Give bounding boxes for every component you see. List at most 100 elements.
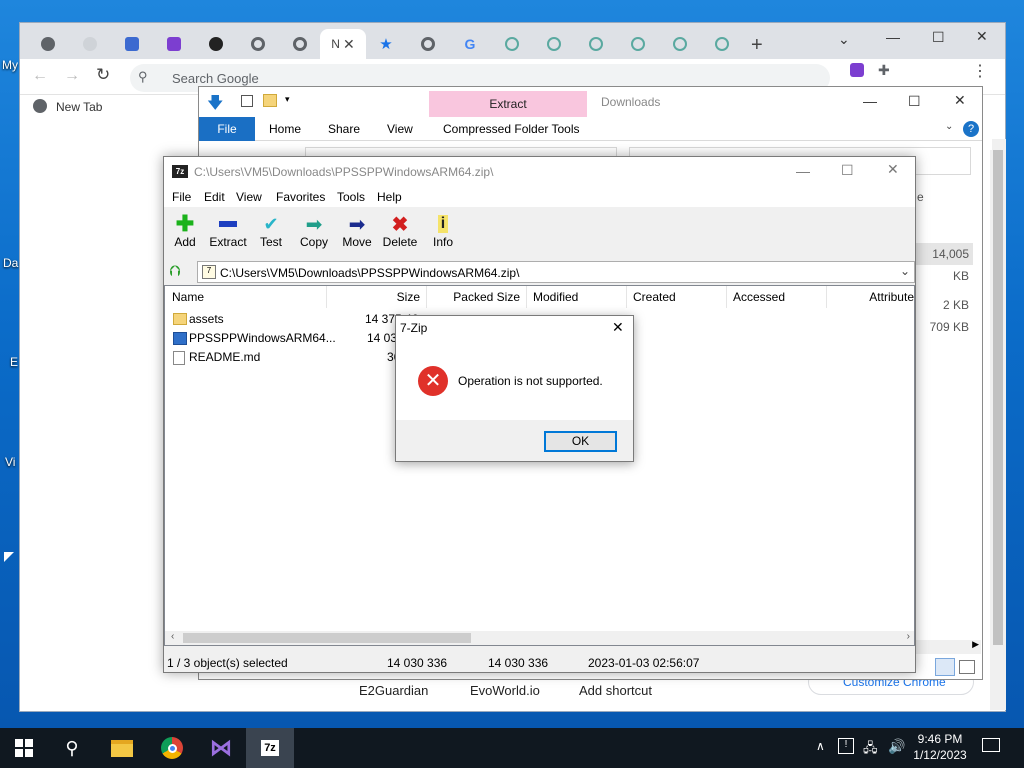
add-button[interactable]: ✚ Add bbox=[163, 213, 207, 255]
customize-qat-icon[interactable]: ▾ bbox=[285, 94, 290, 105]
up-folder-icon[interactable]: ⮉ bbox=[169, 263, 180, 280]
copy-button[interactable]: ➡ Copy bbox=[292, 213, 336, 255]
menu-view[interactable]: View bbox=[236, 190, 262, 204]
chrome-tab[interactable] bbox=[196, 29, 236, 59]
tab-view[interactable]: View bbox=[377, 117, 423, 141]
forward-button[interactable]: → bbox=[64, 67, 80, 85]
minimize-button[interactable]: — bbox=[796, 163, 810, 179]
desktop-icon-label[interactable]: E bbox=[10, 355, 18, 369]
scrollbar-thumb[interactable] bbox=[183, 633, 471, 643]
maximize-button[interactable]: ☐ bbox=[932, 29, 945, 46]
dropdown-icon[interactable]: ⌄ bbox=[900, 264, 910, 278]
chrome-tab[interactable] bbox=[576, 29, 616, 59]
close-button[interactable]: ✕ bbox=[976, 28, 988, 45]
chrome-taskbar-button[interactable] bbox=[148, 728, 196, 768]
large-icons-view-icon[interactable] bbox=[959, 660, 975, 674]
tab-compressed-folder-tools[interactable]: Compressed Folder Tools bbox=[433, 117, 590, 141]
back-button[interactable]: ← bbox=[32, 67, 48, 85]
maximize-button[interactable]: ☐ bbox=[908, 93, 921, 110]
folder-icon[interactable] bbox=[263, 94, 277, 107]
menu-tools[interactable]: Tools bbox=[337, 190, 365, 204]
file-explorer-taskbar-button[interactable] bbox=[98, 728, 146, 768]
chrome-tab[interactable]: G bbox=[450, 29, 490, 59]
chrome-tab[interactable] bbox=[70, 29, 110, 59]
chrome-tab[interactable] bbox=[112, 29, 152, 59]
horizontal-scrollbar[interactable]: ▶ bbox=[915, 639, 981, 654]
properties-icon[interactable] bbox=[241, 95, 253, 107]
notification-app-icon[interactable]: ! bbox=[838, 738, 854, 754]
menu-favorites[interactable]: Favorites bbox=[276, 190, 325, 204]
tab-file[interactable]: File bbox=[199, 117, 255, 141]
add-shortcut-label[interactable]: Add shortcut bbox=[579, 683, 652, 698]
volume-icon[interactable]: 🔊 bbox=[888, 738, 905, 755]
delete-button[interactable]: ✖ Delete bbox=[378, 213, 422, 255]
chrome-tab[interactable] bbox=[28, 29, 68, 59]
ok-button[interactable]: OK bbox=[544, 431, 617, 452]
reload-button[interactable]: ↻ bbox=[96, 65, 110, 85]
start-button[interactable] bbox=[0, 728, 48, 768]
sevenzip-address-bar[interactable]: 7 C:\Users\VM5\Downloads\PPSSPPWindowsAR… bbox=[197, 261, 915, 283]
minimize-button[interactable]: — bbox=[886, 29, 900, 45]
chrome-tab[interactable]: ★ bbox=[366, 29, 406, 59]
horizontal-scrollbar[interactable]: ‹ › bbox=[165, 631, 914, 645]
column-size[interactable]: Size bbox=[327, 286, 427, 308]
shortcut-label[interactable]: E2Guardian bbox=[359, 683, 428, 698]
move-button[interactable]: ➡ Move bbox=[335, 213, 379, 255]
chrome-tab[interactable] bbox=[618, 29, 658, 59]
clock[interactable]: 9:46 PM 1/12/2023 bbox=[908, 731, 972, 763]
column-attributes[interactable]: Attribute bbox=[827, 286, 916, 308]
menu-icon[interactable]: ⋮ bbox=[972, 61, 988, 81]
chrome-tab[interactable] bbox=[660, 29, 700, 59]
network-icon[interactable]: 🖧 bbox=[863, 739, 878, 761]
contextual-tab-extract[interactable]: Extract bbox=[429, 91, 587, 117]
desktop-icon-label[interactable]: Da bbox=[3, 256, 18, 270]
menu-file[interactable]: File bbox=[172, 190, 191, 204]
chrome-tab[interactable] bbox=[280, 29, 320, 59]
chrome-tab[interactable] bbox=[154, 29, 194, 59]
chrome-tab[interactable] bbox=[702, 29, 742, 59]
show-hidden-icons[interactable]: ∧ bbox=[816, 739, 825, 753]
new-tab-button[interactable]: + bbox=[751, 35, 763, 55]
close-button[interactable]: ✕ bbox=[954, 92, 966, 109]
scroll-right-icon[interactable]: ▶ bbox=[972, 639, 979, 650]
column-accessed[interactable]: Accessed bbox=[727, 286, 827, 308]
chrome-tab[interactable] bbox=[534, 29, 574, 59]
chrome-tab[interactable] bbox=[492, 29, 532, 59]
quick-access-arrow-icon[interactable]: 🡇 bbox=[207, 92, 223, 119]
shortcut-label[interactable]: EvoWorld.io bbox=[470, 683, 540, 698]
help-icon[interactable]: ? bbox=[963, 121, 979, 137]
test-button[interactable]: ✔ Test bbox=[249, 213, 293, 255]
menu-edit[interactable]: Edit bbox=[204, 190, 225, 204]
column-name[interactable]: Name bbox=[165, 286, 327, 308]
bookmark-new-tab[interactable]: New Tab bbox=[56, 100, 102, 114]
close-button[interactable]: ✕ bbox=[612, 319, 624, 336]
tab-share[interactable]: Share bbox=[318, 117, 370, 141]
tab-home[interactable]: Home bbox=[259, 117, 311, 141]
ribbon-expand-icon[interactable]: ⌄ bbox=[945, 121, 953, 132]
chrome-tab[interactable] bbox=[408, 29, 448, 59]
menu-help[interactable]: Help bbox=[377, 190, 402, 204]
visual-studio-taskbar-button[interactable]: ⋈ bbox=[197, 728, 245, 768]
extract-button[interactable]: Extract bbox=[206, 213, 250, 255]
minimize-button[interactable]: — bbox=[863, 93, 877, 109]
search-button[interactable]: ⚲ bbox=[48, 728, 96, 768]
chrome-tab-active[interactable]: N ✕ bbox=[320, 29, 366, 59]
vertical-scrollbar[interactable] bbox=[990, 150, 1006, 710]
close-button[interactable]: ✕ bbox=[887, 161, 899, 178]
sevenzip-taskbar-button[interactable]: 7z bbox=[246, 728, 294, 768]
column-modified[interactable]: Modified bbox=[527, 286, 627, 308]
column-created[interactable]: Created bbox=[627, 286, 727, 308]
details-view-icon[interactable] bbox=[935, 658, 955, 676]
puzzle-icon[interactable]: ✚ bbox=[878, 62, 890, 79]
scrollbar-thumb[interactable] bbox=[993, 150, 1003, 645]
desktop-icon-label[interactable]: My bbox=[2, 58, 18, 72]
desktop-icon-label[interactable]: Vi bbox=[5, 455, 15, 469]
info-button[interactable]: i Info bbox=[421, 213, 465, 255]
action-center-icon[interactable] bbox=[982, 738, 1000, 752]
extension-icon[interactable] bbox=[850, 63, 864, 77]
chrome-tab[interactable] bbox=[238, 29, 278, 59]
scroll-right-icon[interactable]: › bbox=[907, 631, 910, 642]
maximize-button[interactable]: ☐ bbox=[841, 162, 854, 179]
tab-search-icon[interactable]: ⌄ bbox=[838, 31, 850, 48]
scroll-left-icon[interactable]: ‹ bbox=[171, 631, 174, 642]
